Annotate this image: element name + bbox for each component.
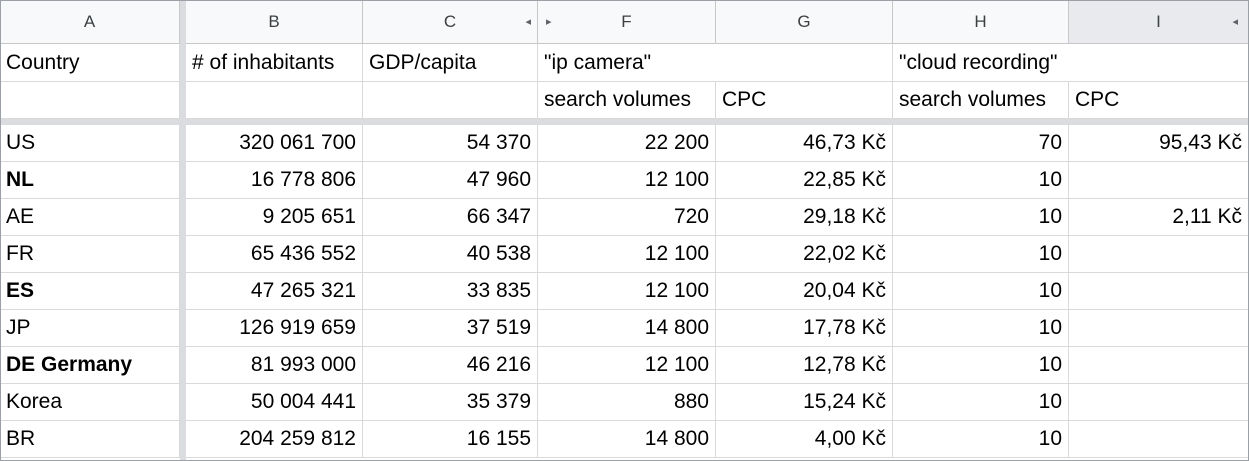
spreadsheet-grid: A B C ◂ F ▸ G H I ◂ Country # of inhabit… — [0, 0, 1249, 461]
grid-frame — [0, 0, 1249, 461]
